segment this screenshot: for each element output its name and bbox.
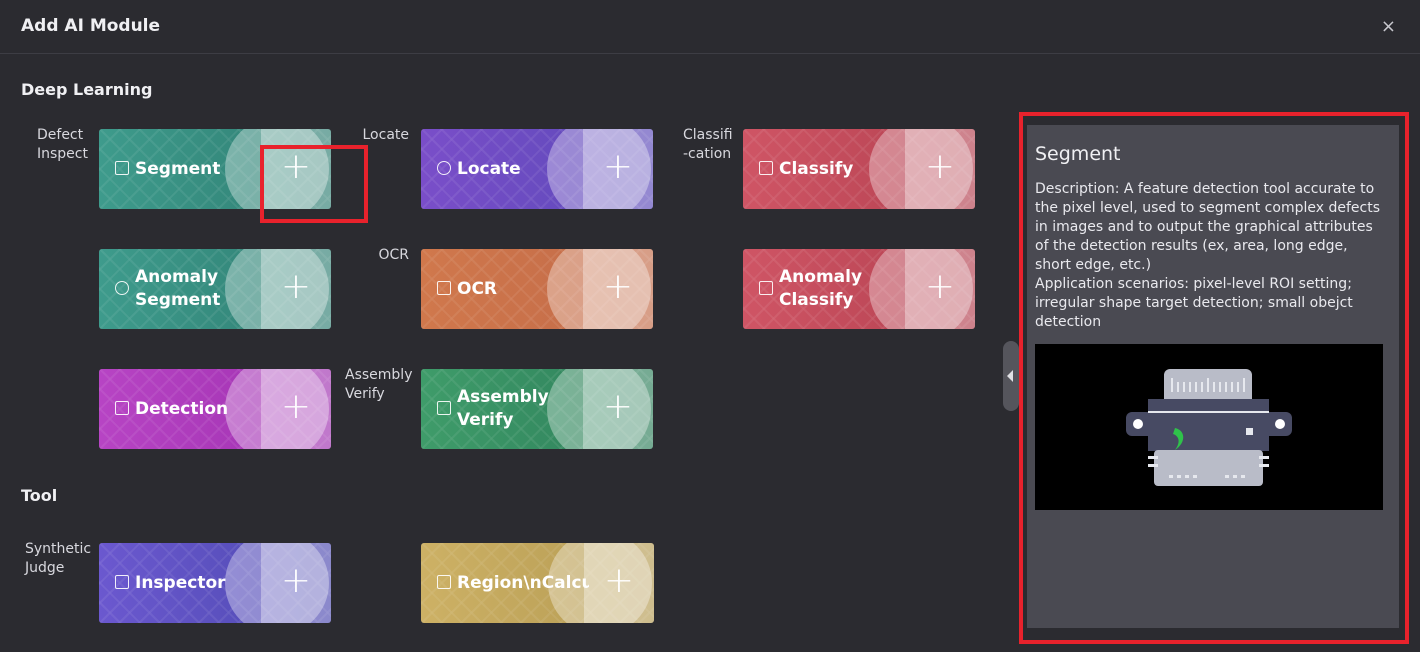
module-detail-panel: Segment Description: A feature detection… xyxy=(1027,125,1399,628)
category-defect-inspect: Defect Inspect xyxy=(37,127,88,162)
section-tool: Tool xyxy=(21,486,58,505)
category-ocr: OCR xyxy=(378,247,409,263)
region-calc-icon xyxy=(437,575,451,589)
module-card-classify[interactable]: Classify + xyxy=(743,129,975,209)
dialog-header: Add AI Module × xyxy=(0,0,1420,54)
category-locate: Locate xyxy=(362,127,410,143)
ocr-icon xyxy=(437,281,451,295)
add-classify-button[interactable]: + xyxy=(925,147,955,187)
module-card-region-calc[interactable]: Region\nCalcu + xyxy=(421,543,654,623)
classify-icon xyxy=(759,161,773,175)
segment-icon xyxy=(115,161,129,175)
category-synthetic-judge: Synthetic Judge xyxy=(25,541,92,576)
close-icon[interactable]: × xyxy=(1381,16,1396,37)
add-inspector-button[interactable]: + xyxy=(281,561,311,601)
detail-title: Segment xyxy=(1035,143,1121,165)
module-card-detection[interactable]: Detection + xyxy=(99,369,331,449)
detection-icon xyxy=(115,401,129,415)
module-card-anomaly-segment[interactable]: Anomaly Segment + xyxy=(99,249,331,329)
inspector-icon xyxy=(115,575,129,589)
anomaly-segment-icon xyxy=(115,281,129,295)
add-segment-button[interactable]: + xyxy=(281,147,311,187)
add-anomaly-segment-button[interactable]: + xyxy=(281,267,311,307)
add-assembly-verify-button[interactable]: + xyxy=(603,387,633,427)
assembly-verify-icon xyxy=(437,401,451,415)
category-assembly-verify: Assembly Verify xyxy=(345,367,413,402)
add-ocr-button[interactable]: + xyxy=(603,267,633,307)
collapse-panel-handle[interactable] xyxy=(1003,341,1019,411)
add-locate-button[interactable]: + xyxy=(603,147,633,187)
category-classification: Classifi -cation xyxy=(683,127,733,162)
add-region-calc-button[interactable]: + xyxy=(604,561,634,601)
module-card-locate[interactable]: Locate + xyxy=(421,129,653,209)
module-card-assembly-verify[interactable]: Assembly Verify + xyxy=(421,369,653,449)
locate-icon xyxy=(437,161,451,175)
module-preview-image xyxy=(1035,344,1383,510)
module-card-inspector[interactable]: Inspector + xyxy=(99,543,331,623)
anomaly-classify-icon xyxy=(759,281,773,295)
dialog-title: Add AI Module xyxy=(21,16,161,36)
add-anomaly-classify-button[interactable]: + xyxy=(925,267,955,307)
module-card-anomaly-classify[interactable]: Anomaly Classify + xyxy=(743,249,975,329)
section-deep-learning: Deep Learning xyxy=(21,80,153,99)
module-card-ocr[interactable]: OCR + xyxy=(421,249,653,329)
detail-description: Description: A feature detection tool ac… xyxy=(1035,181,1380,330)
add-detection-button[interactable]: + xyxy=(281,387,311,427)
module-card-segment[interactable]: Segment + xyxy=(99,129,331,209)
